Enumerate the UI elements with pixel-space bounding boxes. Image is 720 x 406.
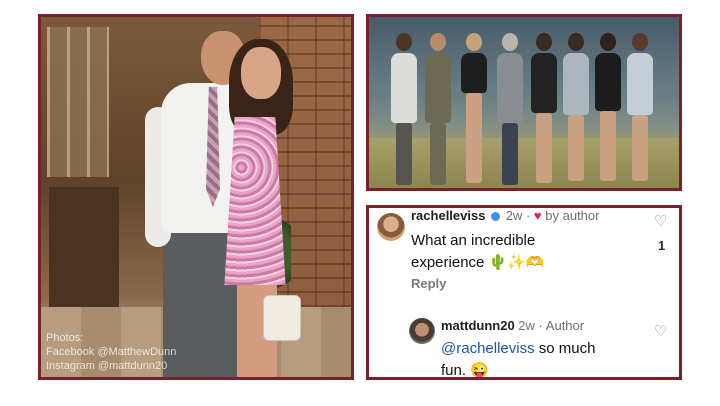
person	[425, 33, 451, 185]
person	[595, 33, 621, 181]
verified-badge-icon	[491, 212, 501, 222]
comment-header: rachelleviss 2w · ♥ by author	[411, 208, 599, 223]
photo-background: Photos: Facebook @MatthewDunn Instagram …	[41, 17, 351, 377]
credit-line: Facebook @MatthewDunn	[46, 346, 177, 358]
photo-background	[369, 17, 679, 188]
person	[497, 33, 523, 185]
instagram-comments: rachelleviss 2w · ♥ by author What an in…	[366, 205, 682, 380]
person	[391, 33, 417, 185]
white-purse	[263, 295, 301, 341]
person	[627, 33, 653, 181]
avatar[interactable]	[377, 213, 405, 241]
comment-time: 2w	[518, 318, 535, 333]
reply-button[interactable]: Reply	[411, 276, 446, 291]
like-heart-icon[interactable]: ♡	[654, 322, 667, 340]
author-label: Author	[545, 318, 585, 333]
photo-credit: Photos: Facebook @MatthewDunn Instagram …	[46, 331, 176, 373]
separator: ·	[525, 208, 531, 223]
comment-body: What an incredible experience 🌵✨🫶	[411, 230, 545, 274]
comment-text: so much	[534, 340, 596, 357]
person	[531, 33, 557, 183]
comment-text-line: @rachelleviss so much	[441, 338, 595, 360]
comment-text-line: fun. 😜	[441, 362, 489, 379]
comment-body: @rachelleviss so much fun. 😜	[441, 338, 595, 379]
person	[563, 33, 589, 181]
comment-text-line: experience 🌵✨🫶	[411, 254, 545, 271]
comment-time: 2w	[505, 208, 523, 223]
mention-link[interactable]: @rachelleviss	[441, 340, 535, 357]
heart-icon: ♥	[533, 208, 542, 223]
left-photo: Photos: Facebook @MatthewDunn Instagram …	[38, 14, 354, 380]
separator: ·	[538, 318, 543, 333]
person	[461, 33, 487, 183]
username[interactable]: rachelleviss	[411, 208, 485, 223]
credit-line: Instagram @mattdunn20	[46, 360, 168, 372]
avatar[interactable]	[409, 318, 435, 344]
window	[47, 27, 109, 177]
group-photo	[366, 14, 682, 191]
woman-head	[241, 47, 281, 99]
like-heart-icon[interactable]: ♡	[654, 212, 667, 230]
comment-text-line: What an incredible	[411, 232, 536, 249]
comment-header: mattdunn20 2w · Author	[441, 318, 584, 333]
like-count: 1	[658, 238, 666, 253]
liked-by-author-label: by author	[545, 208, 600, 223]
username[interactable]: mattdunn20	[441, 318, 515, 333]
credit-line: Photos:	[46, 332, 84, 344]
